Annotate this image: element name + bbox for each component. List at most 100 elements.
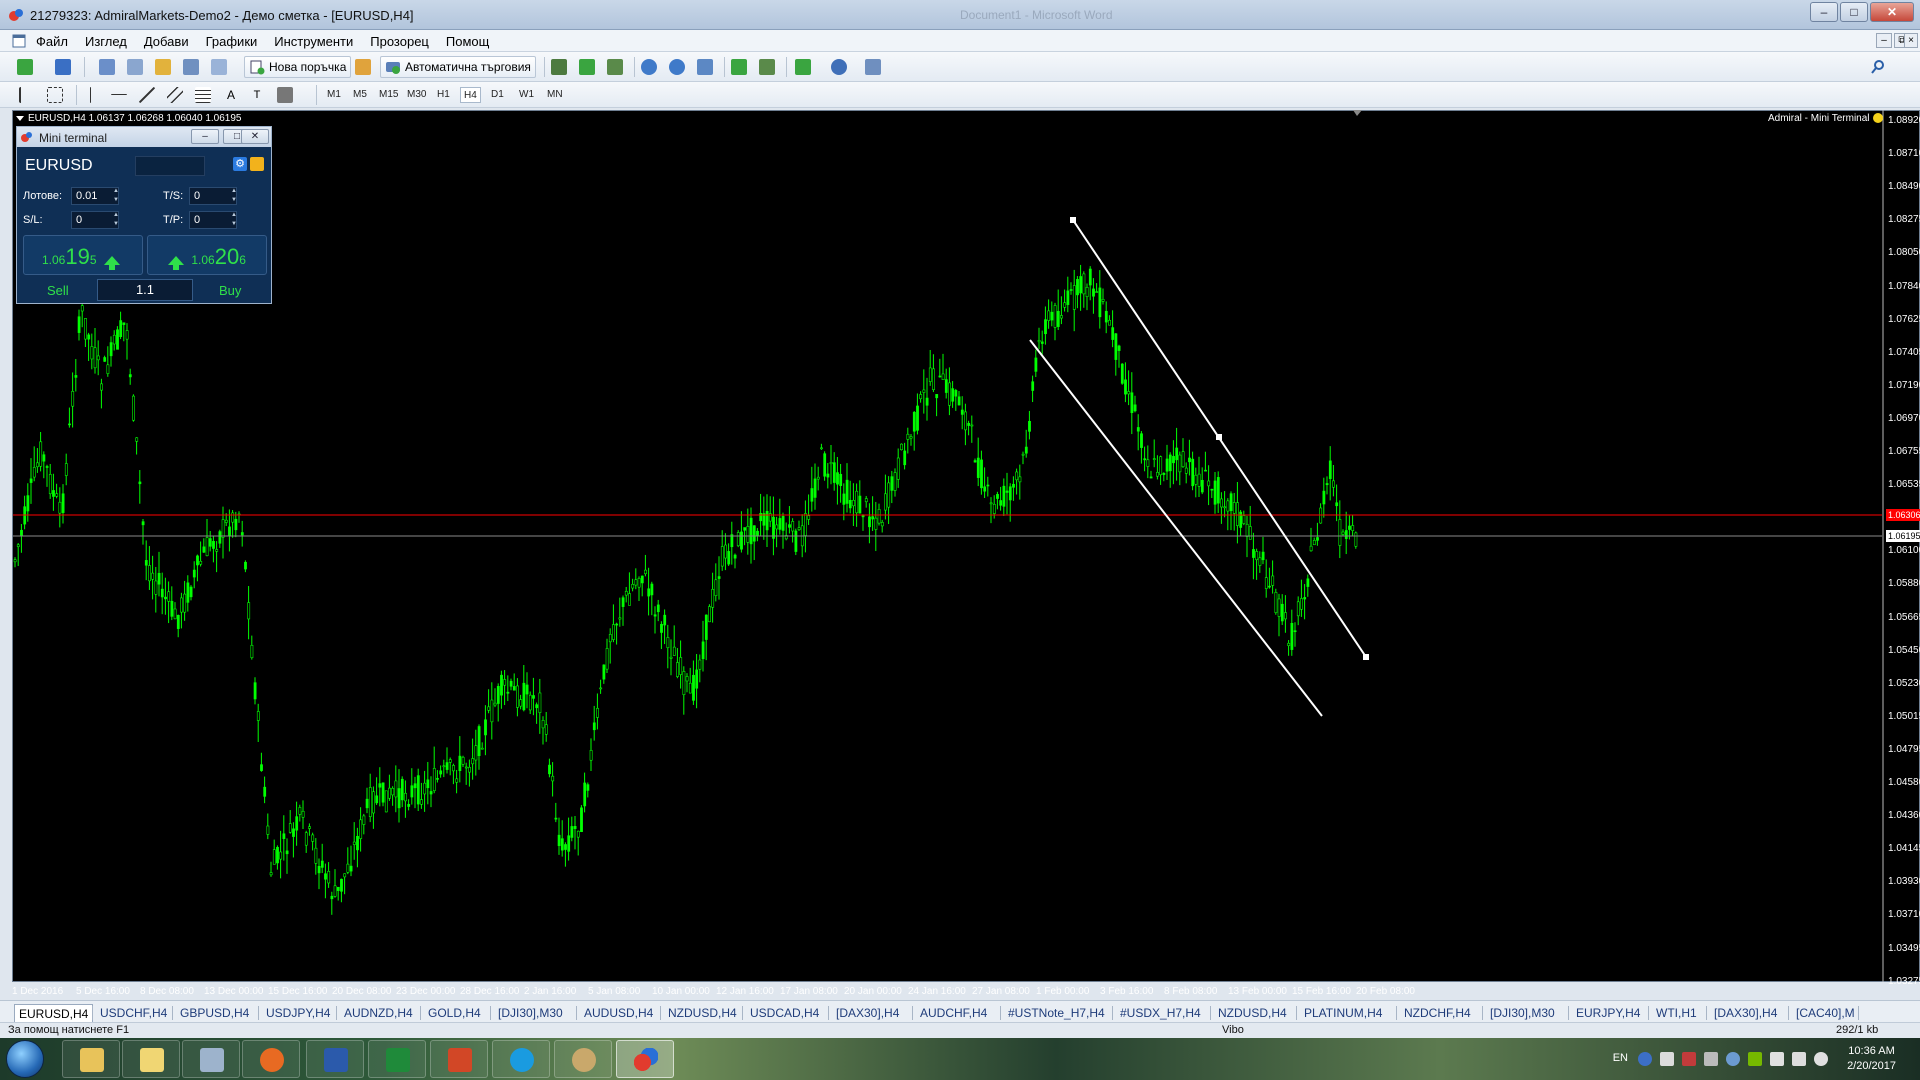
- flag-icon[interactable]: [1682, 1052, 1696, 1066]
- crosshair-tool[interactable]: [44, 85, 66, 105]
- search-icon[interactable]: [1870, 59, 1886, 75]
- vertical-line-tool[interactable]: [80, 85, 102, 105]
- candlestick-button[interactable]: [576, 57, 598, 77]
- caret-down-icon[interactable]: [16, 115, 24, 121]
- taskbar-skype[interactable]: [492, 1040, 550, 1078]
- timeframe-h4[interactable]: H4: [460, 87, 481, 103]
- buy-price-button[interactable]: 1.06206: [147, 235, 267, 275]
- chart-tab[interactable]: [DJI30],M30: [1486, 1004, 1559, 1022]
- nvidia-icon[interactable]: [1748, 1052, 1762, 1066]
- auto-trading-button[interactable]: Автоматична търговия: [380, 56, 536, 78]
- bar-chart-button[interactable]: [548, 57, 570, 77]
- taskbar-excel[interactable]: [368, 1040, 426, 1078]
- indicators-button[interactable]: [792, 57, 814, 77]
- chart-tab[interactable]: USDJPY,H4: [262, 1004, 334, 1022]
- new-chart-button[interactable]: [14, 57, 36, 77]
- chart-tab[interactable]: [DAX30],H4: [832, 1004, 903, 1022]
- templates-button[interactable]: [862, 57, 884, 77]
- language-indicator[interactable]: EN: [1613, 1052, 1628, 1064]
- timeframe-h1[interactable]: H1: [434, 87, 453, 103]
- close-button[interactable]: ✕: [1870, 2, 1914, 22]
- trendline-tool[interactable]: [136, 85, 158, 105]
- chart-tab[interactable]: AUDNZD,H4: [340, 1004, 417, 1022]
- taskbar-word[interactable]: [306, 1040, 364, 1078]
- timeframe-m15[interactable]: M15: [376, 87, 401, 103]
- periods-button[interactable]: [828, 57, 850, 77]
- network-globe-icon[interactable]: [1726, 1052, 1740, 1066]
- cursor-icon[interactable]: [1660, 1052, 1674, 1066]
- mini-close-button[interactable]: ✕: [241, 129, 269, 144]
- trailing-stop-stepper[interactable]: ▲ ▼: [229, 187, 239, 205]
- fibonacci-tool[interactable]: [192, 85, 214, 105]
- menu-tools[interactable]: Инструменти: [274, 34, 353, 49]
- chart-tab[interactable]: AUDUSD,H4: [580, 1004, 657, 1022]
- chart-window-icon[interactable]: [12, 34, 26, 48]
- chart-tab[interactable]: EURJPY,H4: [1572, 1004, 1644, 1022]
- sell-price-button[interactable]: 1.06195: [23, 235, 143, 275]
- market-watch-button[interactable]: [96, 57, 118, 77]
- buy-label[interactable]: Buy: [219, 283, 241, 298]
- chart-tab[interactable]: EURUSD,H4: [14, 1004, 94, 1022]
- dropbox-icon[interactable]: [1704, 1052, 1718, 1066]
- chart-area[interactable]: [12, 110, 1920, 982]
- profiles-button[interactable]: [52, 57, 74, 77]
- new-order-button[interactable]: Нова поръчка: [244, 56, 352, 78]
- tile-windows-button[interactable]: [694, 57, 716, 77]
- chart-tab[interactable]: [CAC40],M: [1792, 1004, 1859, 1022]
- menu-insert[interactable]: Добави: [144, 34, 189, 49]
- chart-tab[interactable]: #USDX_H7,H4: [1116, 1004, 1205, 1022]
- menu-view[interactable]: Изглед: [85, 34, 127, 49]
- mini-terminal-titlebar[interactable]: Mini terminal – □: [17, 127, 271, 147]
- minimize-button[interactable]: –: [1810, 2, 1838, 22]
- menu-help[interactable]: Помощ: [446, 34, 489, 49]
- timeframe-mn[interactable]: MN: [544, 87, 566, 103]
- line-chart-button[interactable]: [604, 57, 626, 77]
- child-close-button[interactable]: ×: [1904, 33, 1918, 48]
- chart-tab[interactable]: NZDUSD,H4: [1214, 1004, 1291, 1022]
- timeframe-w1[interactable]: W1: [516, 87, 537, 103]
- taskbar-paint[interactable]: [554, 1040, 612, 1078]
- chart-tab[interactable]: NZDCHF,H4: [1400, 1004, 1475, 1022]
- chart-tab[interactable]: NZDUSD,H4: [664, 1004, 741, 1022]
- take-profit-stepper[interactable]: ▲ ▼: [229, 211, 239, 229]
- system-clock[interactable]: 10:36 AM 2/20/2017: [1847, 1044, 1896, 1074]
- taskbar-metatrader[interactable]: [616, 1040, 674, 1078]
- stop-loss-stepper[interactable]: ▲ ▼: [111, 211, 121, 229]
- display-icon[interactable]: [1792, 1052, 1806, 1066]
- arrows-tool[interactable]: [274, 85, 296, 105]
- power-icon[interactable]: [1814, 1052, 1828, 1066]
- text-label-tool[interactable]: T: [246, 85, 268, 105]
- chart-tab[interactable]: PLATINUM,H4: [1300, 1004, 1386, 1022]
- sell-label[interactable]: Sell: [47, 283, 69, 298]
- chart-tab[interactable]: #USTNote_H7,H4: [1004, 1004, 1109, 1022]
- zoom-in-button[interactable]: [638, 57, 660, 77]
- strategy-tester-button[interactable]: [208, 57, 230, 77]
- metaeditor-button[interactable]: [352, 57, 374, 77]
- chart-tab[interactable]: [DJI30],M30: [494, 1004, 567, 1022]
- taskbar-calculator[interactable]: [182, 1040, 240, 1078]
- data-window-button[interactable]: [124, 57, 146, 77]
- chart-shift-button[interactable]: [756, 57, 778, 77]
- taskbar-powerpoint[interactable]: [430, 1040, 488, 1078]
- timeframe-m1[interactable]: M1: [324, 87, 344, 103]
- chart-tab[interactable]: USDCHF,H4: [96, 1004, 171, 1022]
- taskbar-folder[interactable]: [122, 1040, 180, 1078]
- menu-charts[interactable]: Графики: [206, 34, 258, 49]
- text-tool[interactable]: A: [220, 85, 242, 105]
- child-minimize-button[interactable]: –: [1876, 33, 1892, 48]
- help-icon[interactable]: [1638, 1052, 1652, 1066]
- volume-icon[interactable]: [1770, 1052, 1784, 1066]
- lots-stepper[interactable]: ▲ ▼: [111, 187, 121, 205]
- symbol-selector[interactable]: [135, 156, 205, 176]
- terminal-button[interactable]: [180, 57, 202, 77]
- navigator-button[interactable]: [152, 57, 174, 77]
- mail-icon[interactable]: [250, 157, 264, 171]
- expert-advisor-label[interactable]: Admiral - Mini Terminal: [1768, 113, 1883, 124]
- zoom-out-button[interactable]: [666, 57, 688, 77]
- taskbar-firefox[interactable]: [242, 1040, 300, 1078]
- chart-tab[interactable]: GBPUSD,H4: [176, 1004, 253, 1022]
- timeframe-m30[interactable]: M30: [404, 87, 429, 103]
- menu-file[interactable]: Файл: [36, 34, 68, 49]
- chart-tab[interactable]: AUDCHF,H4: [916, 1004, 991, 1022]
- chart-tab[interactable]: USDCAD,H4: [746, 1004, 823, 1022]
